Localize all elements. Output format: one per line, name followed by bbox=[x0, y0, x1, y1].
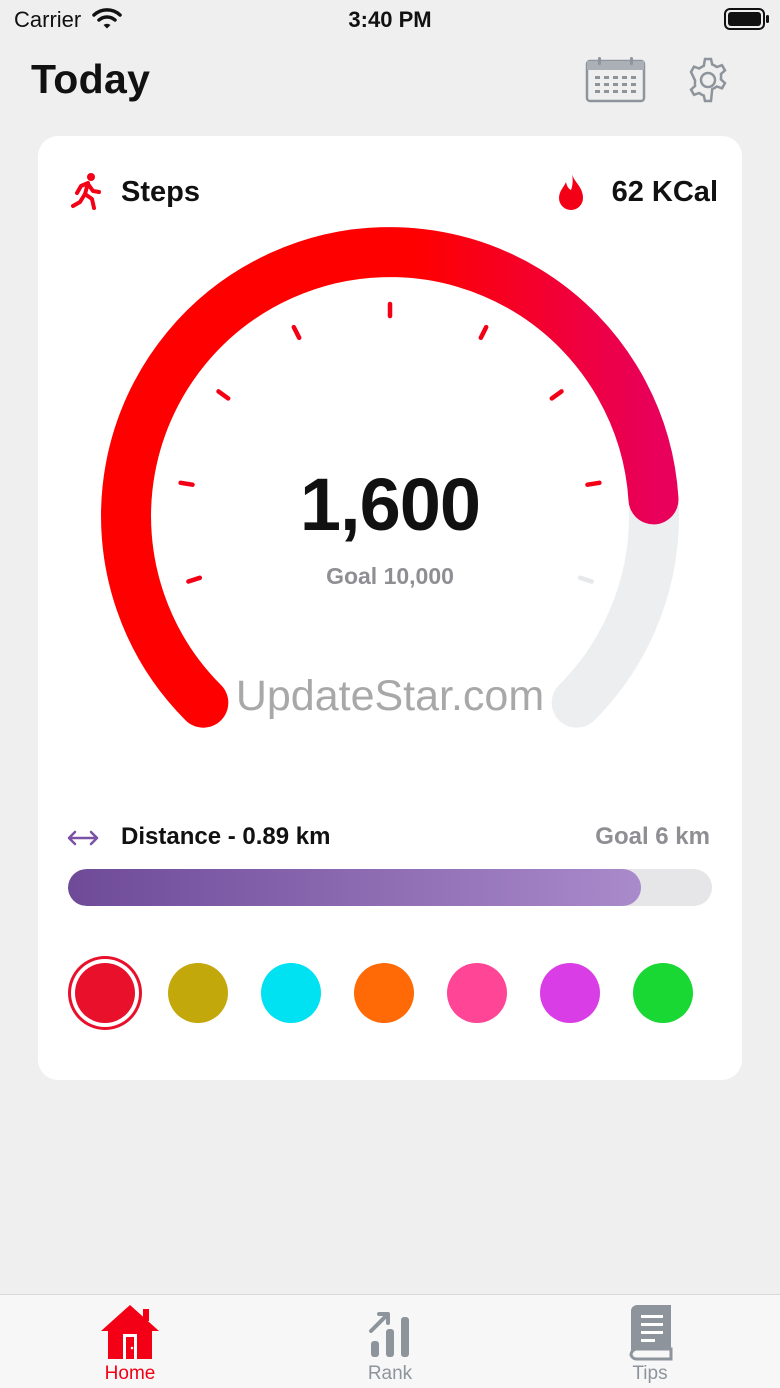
tab-tips[interactable]: Tips bbox=[590, 1295, 710, 1388]
battery-icon bbox=[724, 8, 769, 30]
gauge-tick bbox=[549, 389, 564, 401]
horizontal-arrows-icon bbox=[67, 830, 99, 846]
calendar-icon bbox=[585, 57, 646, 103]
tab-home[interactable]: Home bbox=[70, 1295, 190, 1388]
distance-label: Distance - 0.89 km bbox=[121, 823, 331, 850]
distance-progress-fill bbox=[68, 869, 642, 906]
steps-goal: Goal 10,000 bbox=[326, 563, 454, 589]
step-count: 1,600 bbox=[299, 463, 481, 546]
gear-icon bbox=[689, 57, 727, 103]
color-swatch-green[interactable] bbox=[633, 963, 693, 1023]
book-icon bbox=[629, 1305, 673, 1361]
settings-button[interactable] bbox=[684, 56, 732, 104]
page-title: Today bbox=[31, 56, 151, 102]
gauge-tick bbox=[291, 324, 302, 341]
color-swatch-magenta[interactable] bbox=[540, 963, 600, 1023]
bar-chart-icon bbox=[369, 1312, 409, 1357]
gauge-tick bbox=[216, 389, 231, 401]
distance-goal: Goal 6 km bbox=[595, 823, 710, 850]
tab-home-label: Home bbox=[104, 1363, 156, 1384]
status-bar: Carrier 3:40 PM bbox=[0, 0, 780, 40]
tab-rank[interactable]: Rank bbox=[330, 1295, 450, 1388]
tab-tips-label: Tips bbox=[632, 1363, 668, 1384]
gauge-tick bbox=[478, 324, 489, 341]
color-swatch-row bbox=[68, 958, 712, 1032]
color-swatch-cyan[interactable] bbox=[261, 963, 321, 1023]
calendar-button[interactable] bbox=[585, 56, 647, 104]
clock: 3:40 PM bbox=[348, 7, 432, 32]
steps-card: Steps 62 KCal 1,600 Goal 10,000 UpdateSt… bbox=[38, 136, 742, 1080]
tab-rank-label: Rank bbox=[367, 1363, 413, 1384]
tab-bar: Home Rank Tips bbox=[0, 1294, 780, 1388]
color-swatch-olive[interactable] bbox=[168, 963, 228, 1023]
watermark: UpdateStar.com bbox=[235, 672, 545, 720]
house-icon bbox=[101, 1305, 159, 1359]
color-swatch-red[interactable] bbox=[75, 963, 135, 1023]
distance-progress-track bbox=[68, 869, 712, 906]
color-swatch-orange[interactable] bbox=[354, 963, 414, 1023]
color-swatch-pink[interactable] bbox=[447, 963, 507, 1023]
